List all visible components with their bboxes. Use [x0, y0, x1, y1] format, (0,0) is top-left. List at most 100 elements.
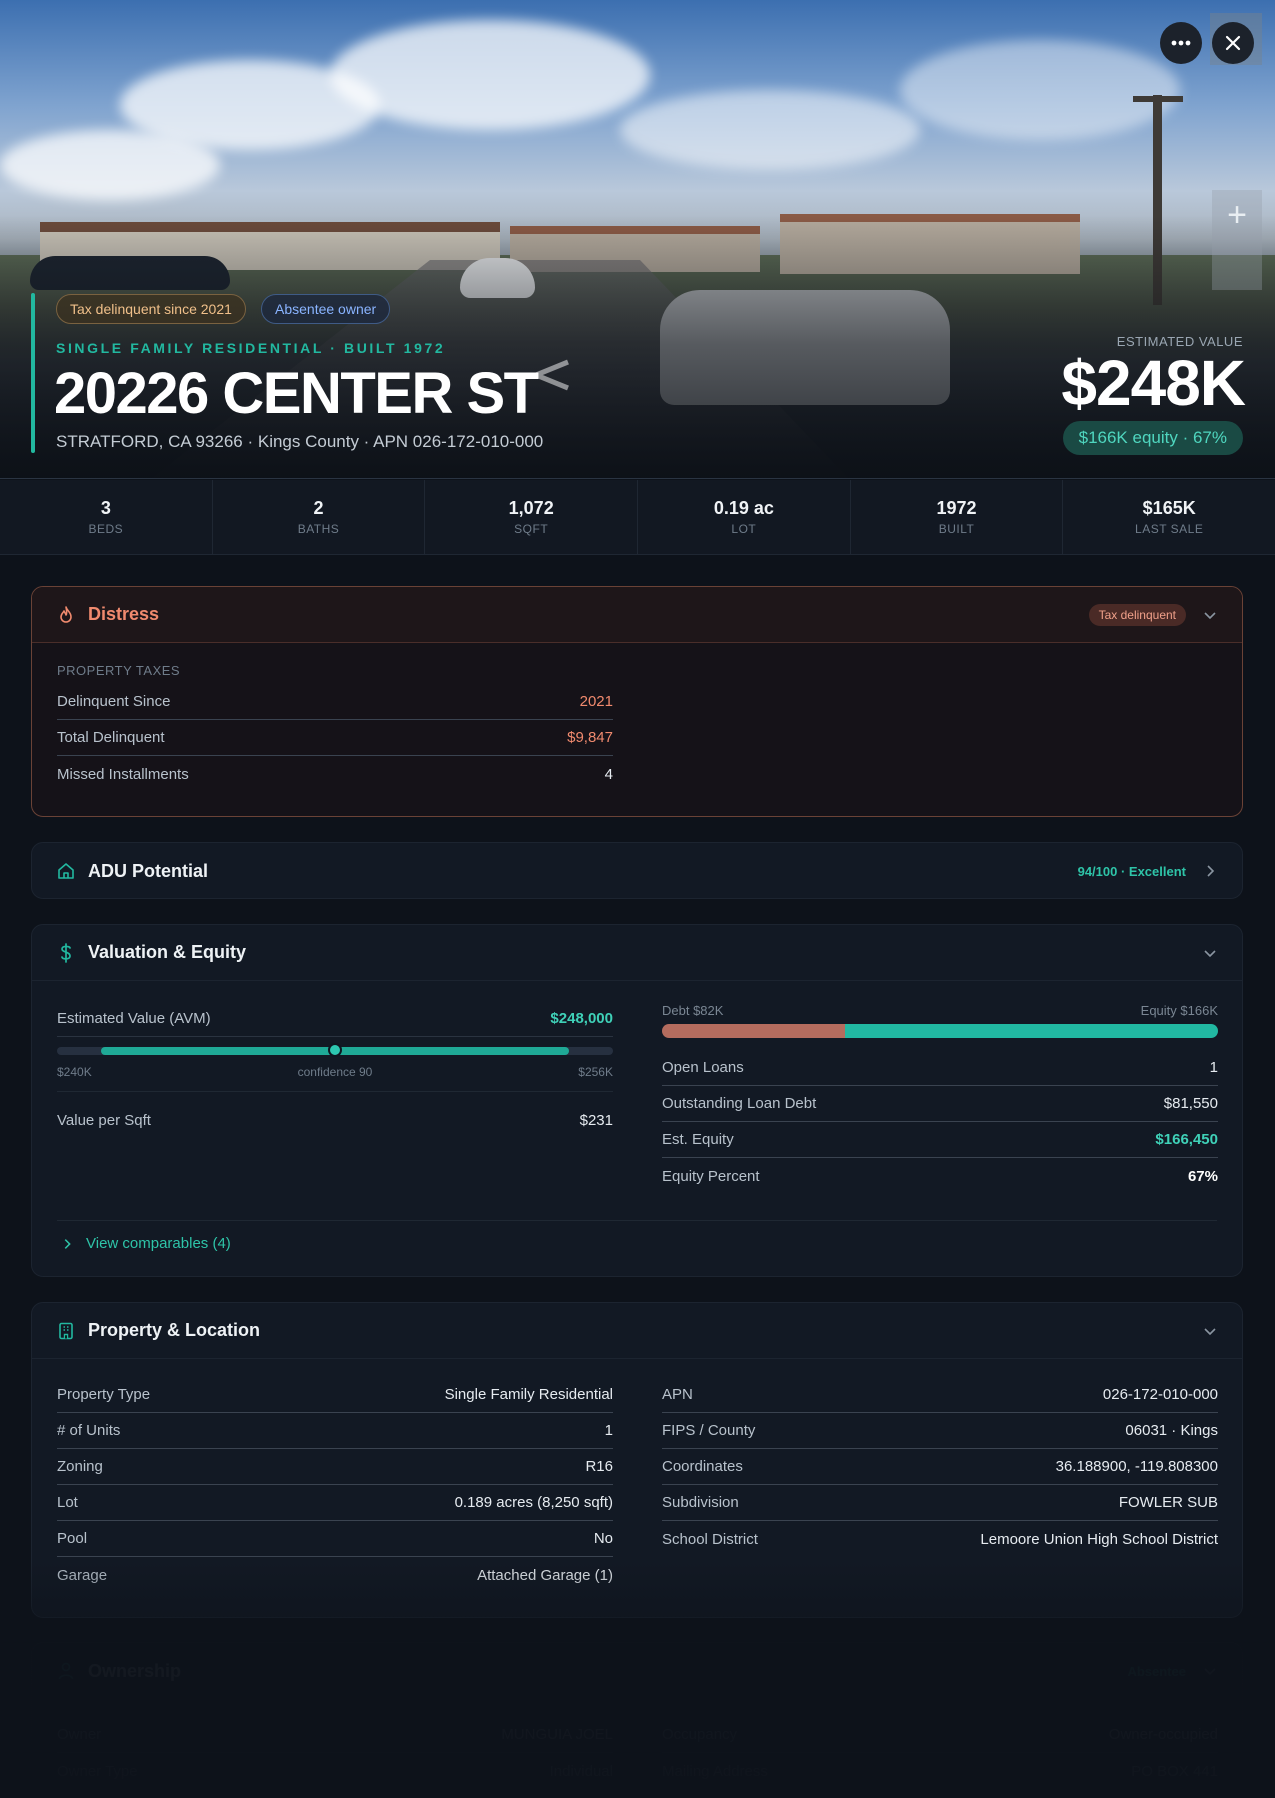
user-icon [56, 1661, 76, 1681]
chevron-right-icon [64, 1238, 71, 1249]
stat-label: LAST SALE [1135, 522, 1204, 536]
avm-point-marker [328, 1043, 342, 1057]
tax-delinquent-status-badge: Tax delinquent [1088, 603, 1186, 626]
dollar-icon [56, 942, 76, 963]
row-value: $248,000 [550, 1010, 613, 1027]
row-value: Single Family Residential [444, 1386, 613, 1403]
stat-built: 1972 BUILT [851, 480, 1064, 554]
open-loans-row: Open Loans 1 [662, 1050, 1218, 1086]
stat-value: 2 [313, 498, 324, 518]
school-district-row: School District Lemoore Union High School… [662, 1521, 1218, 1557]
chevron-down-icon[interactable] [1202, 1323, 1218, 1339]
row-label: Est. Equity [662, 1131, 734, 1148]
property-header[interactable]: Property & Location [32, 1303, 1242, 1359]
close-icon [1225, 35, 1241, 51]
more-options-button[interactable] [1160, 22, 1202, 64]
ownership-header[interactable]: Ownership Absentee [32, 1643, 1242, 1699]
est-equity-row: Est. Equity $166,450 [662, 1122, 1218, 1158]
hero-photo: + Tax delinquent since 2021 Absentee own… [0, 0, 1275, 479]
stat-label: BEDS [88, 522, 124, 536]
adu-potential-card[interactable]: ADU Potential 94/100 · Excellent [31, 842, 1243, 899]
row-value: $166,450 [1155, 1131, 1218, 1148]
row-value: FOWLER SUB [1118, 1494, 1218, 1511]
row-value: 67% [1187, 1167, 1218, 1185]
row-label: APN [662, 1386, 693, 1403]
view-comparables-label: View comparables (4) [86, 1235, 231, 1252]
avm-row: Estimated Value (AVM) $248,000 [57, 1001, 613, 1037]
owner-row: Owner MUNGUIA JOEL [57, 1717, 613, 1753]
street-view-zoom-control[interactable]: + [1212, 190, 1262, 290]
stat-label: SQFT [514, 522, 549, 536]
stat-sqft: 1,072 SQFT [425, 480, 639, 554]
row-label: Delinquent Since [57, 693, 171, 710]
row-label: Lot [57, 1494, 78, 1511]
equity-badge: $166K equity · 67% [1062, 421, 1243, 455]
equity-segment [845, 1024, 1218, 1038]
row-value: No [593, 1530, 613, 1547]
stat-value: $165K [1142, 498, 1196, 518]
close-button[interactable] [1212, 22, 1254, 64]
stat-label: BATHS [297, 522, 340, 536]
plus-icon[interactable]: + [1212, 190, 1262, 240]
row-value: $9,847 [567, 729, 613, 746]
fips-county-row: FIPS / County 06031 · Kings [662, 1413, 1218, 1449]
valuation-header[interactable]: Valuation & Equity [32, 925, 1242, 981]
valuation-title: Valuation & Equity [88, 942, 247, 962]
row-value: 06031 · Kings [1125, 1422, 1218, 1439]
coordinates-row: Coordinates 36.188900, -119.808300 [662, 1449, 1218, 1485]
property-location-card: Property & Location Property Type Single … [31, 1302, 1243, 1618]
stat-beds: 3 BEDS [0, 480, 213, 554]
row-label: Pool [57, 1530, 88, 1547]
row-value: 1 [1209, 1059, 1218, 1076]
distress-card: Distress Tax delinquent PROPERTY TAXES D… [31, 586, 1243, 817]
row-value: 026-172-010-000 [1102, 1386, 1218, 1403]
flame-icon [56, 605, 76, 625]
row-label: Outstanding Loan Debt [662, 1095, 817, 1112]
home-icon [56, 861, 76, 881]
row-label: Total Delinquent [57, 729, 165, 746]
stat-lot: 0.19 ac LOT [638, 480, 851, 554]
stat-value: 0.19 ac [713, 498, 774, 518]
stat-last-sale: $165K LAST SALE [1063, 480, 1275, 554]
mailing-address-row: Mailing Address PO BOX 441 [662, 1753, 1218, 1789]
debt-segment [662, 1024, 846, 1038]
row-value: 1 [604, 1422, 613, 1439]
distress-header[interactable]: Distress Tax delinquent [32, 587, 1242, 643]
stat-baths: 2 BATHS [213, 480, 426, 554]
property-type-row: Property Type Single Family Residential [57, 1377, 613, 1413]
chevron-right-icon[interactable] [1202, 863, 1218, 879]
row-label: Coordinates [662, 1458, 743, 1475]
stat-label: LOT [731, 522, 757, 536]
owner-type-row: Owner Type Individual [57, 1753, 613, 1789]
chevron-down-icon[interactable] [1202, 607, 1218, 623]
row-label: Subdivision [662, 1494, 739, 1511]
delinquent-since-row: Delinquent Since 2021 [57, 684, 613, 720]
garage-row: Garage Attached Garage (1) [57, 1557, 613, 1593]
adu-header[interactable]: ADU Potential 94/100 · Excellent [32, 843, 1242, 898]
row-label: Zoning [57, 1458, 103, 1475]
row-value: PO BOX 441 [1131, 1762, 1218, 1780]
total-delinquent-row: Total Delinquent $9,847 [57, 720, 613, 756]
avm-range-bar [57, 1043, 613, 1057]
row-value: 36.188900, -119.808300 [1055, 1458, 1218, 1475]
lot-row: Lot 0.189 acres (8,250 sqft) [57, 1485, 613, 1521]
adu-title: ADU Potential [88, 860, 209, 881]
property-stats-bar: 3 BEDS 2 BATHS 1,072 SQFT 0.19 ac LOT 1972 BU… [0, 480, 1275, 555]
equity-label: Equity $166K [1140, 1003, 1218, 1018]
adu-score: 94/100 · Excellent [1077, 863, 1186, 879]
stat-value: 3 [100, 498, 111, 518]
row-value: $231 [579, 1111, 613, 1129]
row-value: Individual [549, 1762, 613, 1780]
view-comparables-link[interactable]: View comparables (4) [60, 1235, 231, 1252]
distress-title: Distress [88, 604, 160, 624]
row-value: $81,550 [1163, 1095, 1218, 1112]
chevron-down-icon[interactable] [1202, 1663, 1218, 1679]
chevron-down-icon[interactable] [1202, 945, 1218, 961]
row-label: Occupancy [662, 1726, 738, 1743]
row-value: Lemoore Union High School District [980, 1530, 1218, 1548]
more-icon [1171, 40, 1191, 46]
row-label: Garage [57, 1566, 108, 1584]
stat-label: BUILT [938, 522, 975, 536]
value-per-sqft-row: Value per Sqft $231 [57, 1102, 613, 1138]
valuation-equity-card: Valuation & Equity Estimated Value (AVM)… [31, 924, 1243, 1277]
